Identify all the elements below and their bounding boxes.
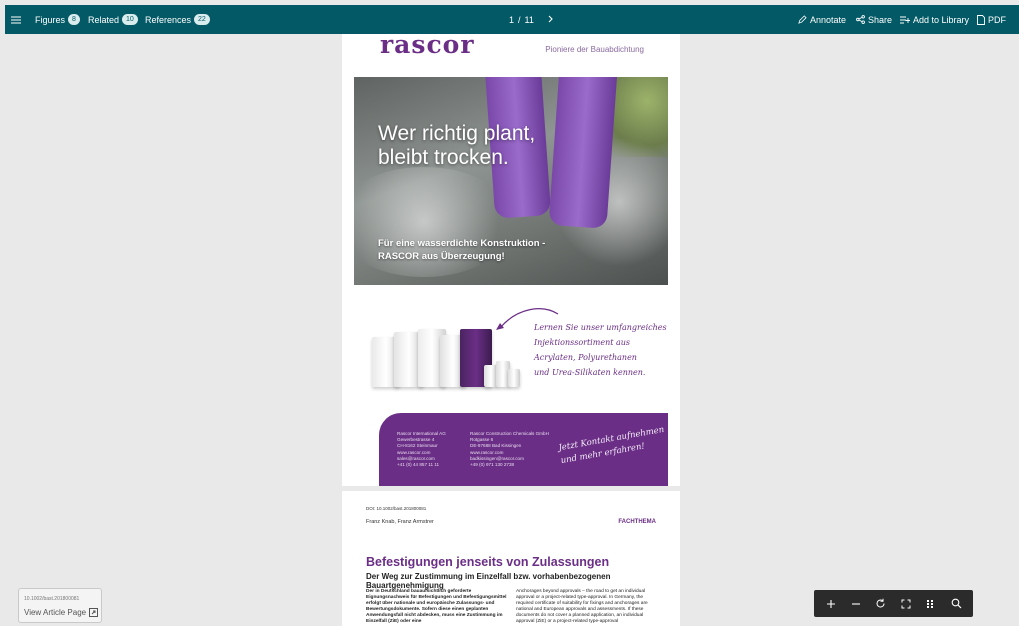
- headline-line-1: Wer richtig plant,: [378, 122, 536, 145]
- pdf-page-1: rascor Pioniere der Bauabdichtung Wer ri…: [342, 34, 680, 486]
- contact-line: +49 (0) 971 130 2738: [470, 462, 515, 468]
- page-indicator: 1 / 11: [509, 5, 554, 34]
- share-button[interactable]: Share: [856, 5, 892, 34]
- subline-line-1: Für eine wasserdichte Konstruktion -: [378, 238, 546, 249]
- top-toolbar: Figures 8 Related 10 References 22 1 / 1…: [5, 5, 1019, 34]
- plus-icon[interactable]: [822, 595, 840, 613]
- script-line: und Urea-Silikaten kennen.: [534, 368, 646, 377]
- article-doi-card: 10.1002/bast.201800081 View Article Page: [18, 588, 102, 623]
- contact-script: Jetzt Kontakt aufnehmen und mehr erfahre…: [558, 424, 668, 468]
- menu-icon[interactable]: [11, 5, 21, 34]
- hero-image: Wer richtig plant, bleibt trocken. Für e…: [354, 77, 668, 285]
- view-article-label: View Article Page: [24, 608, 87, 617]
- script-line: Injektionssortiment aus: [534, 338, 630, 347]
- figures-tab[interactable]: Figures 8: [35, 5, 80, 34]
- bottle: [508, 369, 520, 387]
- external-link-icon: [89, 608, 99, 617]
- minus-icon[interactable]: [847, 595, 865, 613]
- right-boot: [548, 77, 618, 229]
- article-title: Befestigungen jenseits von Zulassungen: [366, 555, 610, 569]
- section-label: FACHTHEMA: [618, 519, 656, 525]
- script-line: Acrylaten, Polyurethanen: [534, 353, 637, 362]
- add-to-library-button[interactable]: Add to Library: [900, 5, 969, 34]
- share-label: Share: [868, 14, 893, 25]
- page-total: 11: [524, 14, 534, 25]
- pdf-button[interactable]: PDF: [977, 5, 1006, 34]
- hero-headline: Wer richtig plant, bleibt trocken.: [378, 122, 535, 170]
- references-tab[interactable]: References 22: [145, 5, 210, 34]
- rascor-logo: rascor: [380, 34, 475, 59]
- headline-line-2: bleibt trocken.: [378, 146, 509, 169]
- next-page-icon[interactable]: [548, 15, 554, 25]
- contact-column-left: Rascor International AG Gewerbestrasse 4…: [397, 431, 446, 468]
- search-icon[interactable]: [947, 595, 965, 613]
- zoom-toolbar: [814, 590, 973, 617]
- subline-line-2: RASCOR aus Überzeugung!: [378, 251, 505, 262]
- doi-text: 10.1002/bast.201800081: [24, 596, 80, 602]
- related-tab[interactable]: Related 10: [88, 5, 138, 34]
- figures-count-badge: 8: [68, 14, 80, 25]
- references-label: References: [145, 14, 192, 25]
- pdf-page-2: DOI: 10.1002/bast.201800081 Franz Knab, …: [342, 491, 680, 626]
- figures-label: Figures: [35, 14, 66, 25]
- share-icon: [856, 15, 865, 24]
- document-viewer[interactable]: rascor Pioniere der Bauabdichtung Wer ri…: [5, 34, 1019, 626]
- pen-icon: [798, 15, 807, 24]
- rascor-tagline: Pioniere der Bauabdichtung: [545, 45, 644, 54]
- hero-subline: Für eine wasserdichte Konstruktion - RAS…: [378, 237, 545, 263]
- pdf-file-icon: [977, 14, 985, 25]
- article-doi: DOI: 10.1002/bast.201800081: [366, 506, 427, 511]
- page-current: 1: [509, 14, 515, 25]
- library-add-icon: [900, 16, 910, 23]
- annotate-button[interactable]: Annotate: [798, 5, 846, 34]
- pdf-label: PDF: [988, 14, 1006, 25]
- page-separator: /: [518, 14, 521, 25]
- contact-line: +41 (0) 44 857 11 11: [397, 462, 440, 468]
- product-script-text: Lernen Sie unser umfangreiches Injektion…: [534, 320, 667, 380]
- view-article-page-link[interactable]: View Article Page: [24, 608, 99, 617]
- related-label: Related: [88, 14, 120, 25]
- article-subtitle: Der Weg zur Zustimmung im Einzelfall bzw…: [366, 572, 611, 590]
- abstract-german: Der in Deutschland bauaufsichtlich gefor…: [366, 589, 507, 624]
- rotate-icon[interactable]: [872, 595, 890, 613]
- annotate-label: Annotate: [810, 14, 847, 25]
- related-count-badge: 10: [122, 14, 138, 25]
- article-authors: Franz Knab, Franz Armstrer: [366, 519, 434, 525]
- references-count-badge: 22: [194, 14, 210, 25]
- contact-column-right: Rascor Construction Chemicals GmbH Rotga…: [470, 431, 549, 468]
- script-line: Lernen Sie unser umfangreiches: [534, 323, 667, 332]
- fullscreen-icon[interactable]: [897, 595, 915, 613]
- add-to-library-label: Add to Library: [913, 14, 970, 25]
- contact-panel: Rascor International AG Gewerbestrasse 4…: [379, 413, 668, 486]
- abstract-english: Anchorages beyond approvals – the road t…: [516, 589, 648, 624]
- grid-icon[interactable]: [922, 595, 940, 613]
